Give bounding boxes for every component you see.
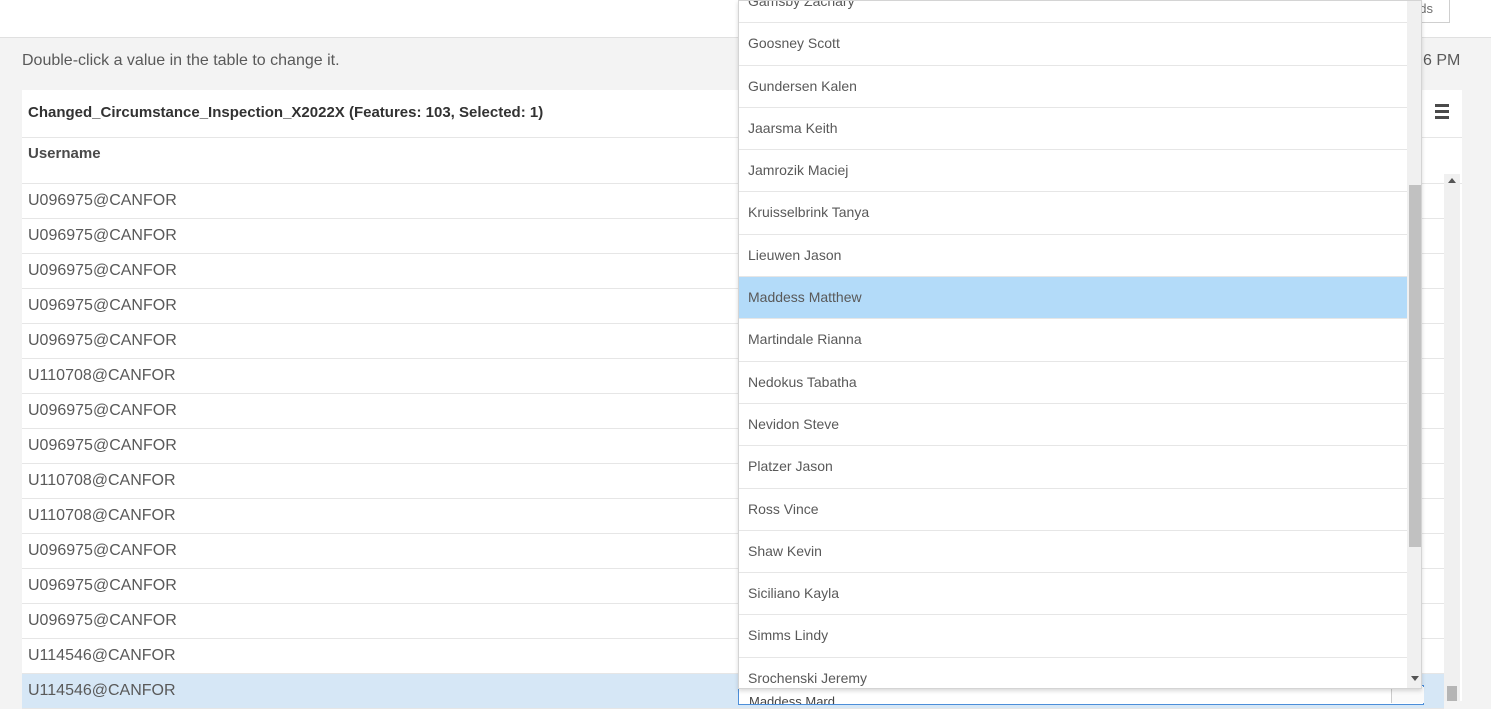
dropdown-option[interactable]: Ross Vince: [739, 489, 1407, 531]
table-title: Changed_Circumstance_Inspection_X2022X (…: [28, 104, 544, 121]
dropdown-option-label: Ross Vince: [748, 500, 819, 517]
username-cell[interactable]: U096975@CANFOR: [28, 297, 177, 315]
hamburger-menu-icon[interactable]: [1435, 104, 1449, 120]
instructions-text: Double-click a value in the table to cha…: [22, 52, 340, 69]
username-cell[interactable]: U096975@CANFOR: [28, 612, 177, 630]
dropdown-option[interactable]: Maddess Matthew: [739, 277, 1407, 320]
username-cell[interactable]: U096975@CANFOR: [28, 227, 177, 245]
username-dropdown-list[interactable]: Gamsby Zachary Goosney Scott Gundersen Kal…: [738, 0, 1422, 689]
scroll-up-arrow-icon[interactable]: [1448, 178, 1456, 183]
username-cell[interactable]: U114546@CANFOR: [28, 682, 176, 700]
dropdown-option[interactable]: Platzer Jason: [739, 446, 1407, 489]
dropdown-option-label: Goosney Scott: [748, 35, 840, 52]
dropdown-option-label: Nevidon Steve: [748, 415, 840, 432]
dropdown-option[interactable]: Kruisselbrink Tanya: [739, 192, 1407, 235]
dropdown-option-label: Siciliano Kayla: [748, 585, 840, 602]
dropdown-scrollbar[interactable]: [1407, 1, 1421, 688]
username-cell[interactable]: U110708@CANFOR: [28, 507, 176, 525]
dropdown-option[interactable]: Martindale Rianna: [739, 319, 1407, 362]
username-cell[interactable]: U096975@CANFOR: [28, 332, 177, 350]
dropdown-option-label: Jamrozik Maciej: [748, 162, 849, 179]
dropdown-option[interactable]: Lieuwen Jason: [739, 235, 1407, 278]
table-scrollbar[interactable]: [1444, 174, 1460, 701]
dropdown-option[interactable]: Srochenski Jeremy: [739, 658, 1407, 688]
dropdown-option-label: Gamsby Zachary: [748, 0, 855, 9]
username-cell[interactable]: U096975@CANFOR: [28, 542, 177, 560]
dropdown-options: Gamsby Zachary Goosney Scott Gundersen Kal…: [739, 0, 1407, 688]
scroll-down-arrow-icon[interactable]: [1411, 676, 1419, 681]
dropdown-option-label: Srochenski Jeremy: [748, 669, 868, 686]
dropdown-option[interactable]: Nedokus Tabatha: [739, 362, 1407, 404]
dropdown-option[interactable]: Shaw Kevin: [739, 531, 1407, 574]
dropdown-option-label: Nedokus Tabatha: [748, 373, 857, 390]
username-cell[interactable]: U096975@CANFOR: [28, 437, 177, 455]
dropdown-option[interactable]: Gundersen Kalen: [739, 66, 1407, 108]
username-cell[interactable]: U096975@CANFOR: [28, 262, 177, 280]
dropdown-option[interactable]: Goosney Scott: [739, 23, 1407, 66]
dropdown-option-label: Jaarsma Keith: [748, 119, 838, 136]
column-header-username[interactable]: Username: [28, 145, 101, 162]
scrollbar-thumb[interactable]: [1447, 686, 1457, 701]
dropdown-option-label: Platzer Jason: [748, 458, 833, 475]
dropdown-option-label: Gundersen Kalen: [748, 77, 857, 94]
dropdown-option[interactable]: Simms Lindy: [739, 615, 1407, 658]
dropdown-option-label: Lieuwen Jason: [748, 246, 842, 263]
username-cell[interactable]: U096975@CANFOR: [28, 577, 177, 595]
dropdown-scrollbar-thumb[interactable]: [1409, 185, 1421, 547]
dropdown-option[interactable]: Gamsby Zachary: [739, 0, 1407, 24]
dropdown-option[interactable]: Nevidon Steve: [739, 404, 1407, 447]
dropdown-option[interactable]: Jaarsma Keith: [739, 108, 1407, 151]
dropdown-option[interactable]: Jamrozik Maciej: [739, 150, 1407, 193]
username-cell[interactable]: U110708@CANFOR: [28, 472, 176, 490]
dropdown-option-label: Maddess Matthew: [748, 289, 862, 306]
dropdown-option-label: Kruisselbrink Tanya: [748, 204, 870, 221]
username-cell[interactable]: U096975@CANFOR: [28, 402, 177, 420]
dropdown-option-label: Simms Lindy: [748, 627, 829, 644]
username-cell[interactable]: U114546@CANFOR: [28, 647, 176, 665]
dropdown-option[interactable]: Siciliano Kayla: [739, 573, 1407, 616]
username-cell[interactable]: U096975@CANFOR: [28, 192, 177, 210]
username-cell[interactable]: U110708@CANFOR: [28, 367, 176, 385]
dropdown-option-label: Shaw Kevin: [748, 542, 822, 559]
dropdown-option-label: Martindale Rianna: [748, 331, 862, 348]
timestamp: 6 PM: [1423, 52, 1461, 69]
